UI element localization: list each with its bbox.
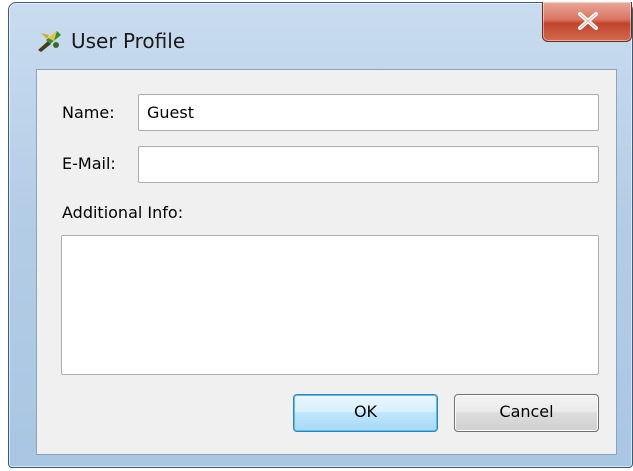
email-input[interactable] (138, 146, 599, 183)
ok-button[interactable]: OK (293, 394, 438, 432)
window-title: User Profile (71, 29, 186, 53)
additional-info-label: Additional Info: (62, 203, 184, 222)
title-bar[interactable]: User Profile (9, 2, 632, 65)
dialog-client-area: Name: E-Mail: Additional Info: OK Cancel (36, 69, 617, 455)
close-icon (578, 12, 598, 30)
additional-info-textarea[interactable] (61, 235, 599, 375)
user-profile-dialog: User Profile Name: E-Mail: Additional In… (8, 2, 633, 468)
name-label: Name: (62, 103, 115, 122)
app-icon (37, 29, 63, 53)
email-label: E-Mail: (62, 154, 116, 173)
cancel-button[interactable]: Cancel (454, 394, 599, 432)
name-input[interactable] (138, 94, 599, 131)
close-button[interactable] (542, 2, 632, 42)
